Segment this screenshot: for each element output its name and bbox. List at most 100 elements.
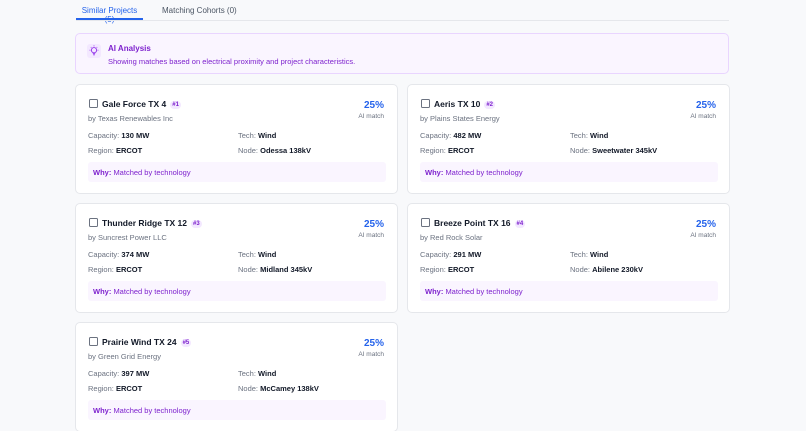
lightbulb-icon	[87, 44, 101, 58]
region-value: ERCOT	[447, 265, 475, 274]
match-percent: 25%	[363, 100, 384, 111]
match-label: AI match	[358, 232, 384, 239]
region-field: Region: ERCOT	[420, 146, 474, 155]
developer-name: by Texas Renewables Inc	[88, 114, 173, 123]
capacity-field: Capacity: 374 MW	[88, 250, 149, 259]
node-field: Node: Midland 345kV	[238, 265, 312, 274]
ai-analysis-title: AI Analysis	[108, 44, 151, 53]
capacity-value: 482 MW	[453, 131, 482, 140]
why-text: Matched by technology	[445, 168, 523, 177]
capacity-field: Capacity: 130 MW	[88, 131, 149, 140]
developer-name: by Suncrest Power LLC	[88, 233, 167, 242]
select-checkbox[interactable]	[89, 337, 98, 346]
region-value: ERCOT	[115, 146, 143, 155]
tech-field: Tech: Wind	[238, 369, 276, 378]
match-percent: 25%	[695, 100, 716, 111]
tech-value: Wind	[258, 250, 277, 259]
why-text: Matched by technology	[113, 168, 191, 177]
developer-name: by Red Rock Solar	[420, 233, 483, 242]
project-name: Aeris TX 10 #2	[434, 99, 495, 109]
match-percent: 25%	[363, 338, 384, 349]
capacity-label: Capacity:	[88, 369, 120, 378]
project-name: Gale Force TX 4 #1	[102, 99, 181, 109]
tech-label: Tech:	[570, 250, 588, 259]
region-field: Region: ERCOT	[88, 146, 142, 155]
match-label: AI match	[358, 351, 384, 358]
why-text: Matched by technology	[113, 287, 191, 296]
why-reason: Why: Matched by technology	[88, 162, 386, 182]
project-name: Breeze Point TX 16 #4	[434, 218, 526, 228]
project-name-text: Thunder Ridge TX 12	[102, 218, 188, 228]
region-value: ERCOT	[115, 265, 143, 274]
tab-similar-projects[interactable]: Similar Projects (5)	[76, 0, 143, 24]
project-card: Aeris TX 10 #2 by Plains States Energy 25…	[407, 84, 730, 194]
why-reason: Why: Matched by technology	[420, 162, 718, 182]
region-value: ERCOT	[447, 146, 475, 155]
rank-badge: #2	[484, 101, 495, 109]
why-reason: Why: Matched by technology	[88, 400, 386, 420]
tech-field: Tech: Wind	[570, 131, 608, 140]
node-value: Midland 345kV	[260, 265, 313, 274]
rank-badge: #1	[170, 101, 181, 109]
select-checkbox[interactable]	[421, 218, 430, 227]
node-label: Node:	[238, 146, 259, 155]
capacity-field: Capacity: 291 MW	[420, 250, 481, 259]
match-label: AI match	[358, 113, 384, 120]
node-field: Node: Sweetwater 345kV	[570, 146, 657, 155]
region-label: Region:	[88, 265, 114, 274]
region-value: ERCOT	[115, 384, 143, 393]
capacity-value: 130 MW	[121, 131, 150, 140]
why-label: Why:	[93, 287, 112, 296]
node-field: Node: Odessa 138kV	[238, 146, 311, 155]
project-card: Prairie Wind TX 24 #5 by Green Grid Energ…	[75, 322, 398, 431]
tech-value: Wind	[258, 131, 277, 140]
rank-badge: #3	[191, 220, 202, 228]
capacity-value: 374 MW	[121, 250, 150, 259]
tech-label: Tech:	[238, 250, 256, 259]
region-field: Region: ERCOT	[420, 265, 474, 274]
node-value: Odessa 138kV	[260, 146, 311, 155]
why-reason: Why: Matched by technology	[420, 281, 718, 301]
node-label: Node:	[238, 384, 259, 393]
capacity-label: Capacity:	[420, 250, 452, 259]
capacity-label: Capacity:	[88, 131, 120, 140]
tech-label: Tech:	[570, 131, 588, 140]
project-name-text: Prairie Wind TX 24	[102, 337, 177, 347]
region-field: Region: ERCOT	[88, 384, 142, 393]
match-percent: 25%	[363, 219, 384, 230]
capacity-value: 291 MW	[453, 250, 482, 259]
rank-badge: #4	[514, 220, 526, 228]
tech-value: Wind	[590, 131, 609, 140]
select-checkbox[interactable]	[421, 99, 430, 108]
node-value: McCamey 138kV	[260, 384, 319, 393]
project-name-text: Gale Force TX 4	[102, 99, 167, 109]
capacity-label: Capacity:	[88, 250, 120, 259]
region-label: Region:	[88, 384, 114, 393]
match-label: AI match	[690, 113, 716, 120]
developer-name: by Green Grid Energy	[88, 352, 161, 361]
tech-field: Tech: Wind	[238, 250, 276, 259]
why-reason: Why: Matched by technology	[88, 281, 386, 301]
node-value: Sweetwater 345kV	[592, 146, 658, 155]
tech-field: Tech: Wind	[238, 131, 276, 140]
ai-analysis-banner: AI Analysis Showing matches based on ele…	[75, 33, 729, 74]
tab-matching-cohorts[interactable]: Matching Cohorts (0)	[162, 0, 237, 20]
rank-badge: #5	[180, 339, 192, 347]
tab-bar: Similar Projects (5) Matching Cohorts (0…	[76, 0, 237, 24]
node-label: Node:	[570, 146, 591, 155]
capacity-label: Capacity:	[420, 131, 452, 140]
project-card: Gale Force TX 4 #1 by Texas Renewables In…	[75, 84, 398, 194]
node-value: Abilene 230kV	[592, 265, 643, 274]
select-checkbox[interactable]	[89, 99, 98, 108]
capacity-field: Capacity: 482 MW	[420, 131, 481, 140]
project-name-text: Breeze Point TX 16	[434, 218, 511, 228]
node-field: Node: Abilene 230kV	[570, 265, 643, 274]
tech-label: Tech:	[238, 131, 256, 140]
project-name-text: Aeris TX 10	[434, 99, 481, 109]
developer-name: by Plains States Energy	[420, 114, 500, 123]
project-card: Thunder Ridge TX 12 #3 by Suncrest Power …	[75, 203, 398, 313]
why-label: Why:	[93, 406, 112, 415]
region-label: Region:	[420, 146, 446, 155]
select-checkbox[interactable]	[89, 218, 98, 227]
node-field: Node: McCamey 138kV	[238, 384, 319, 393]
